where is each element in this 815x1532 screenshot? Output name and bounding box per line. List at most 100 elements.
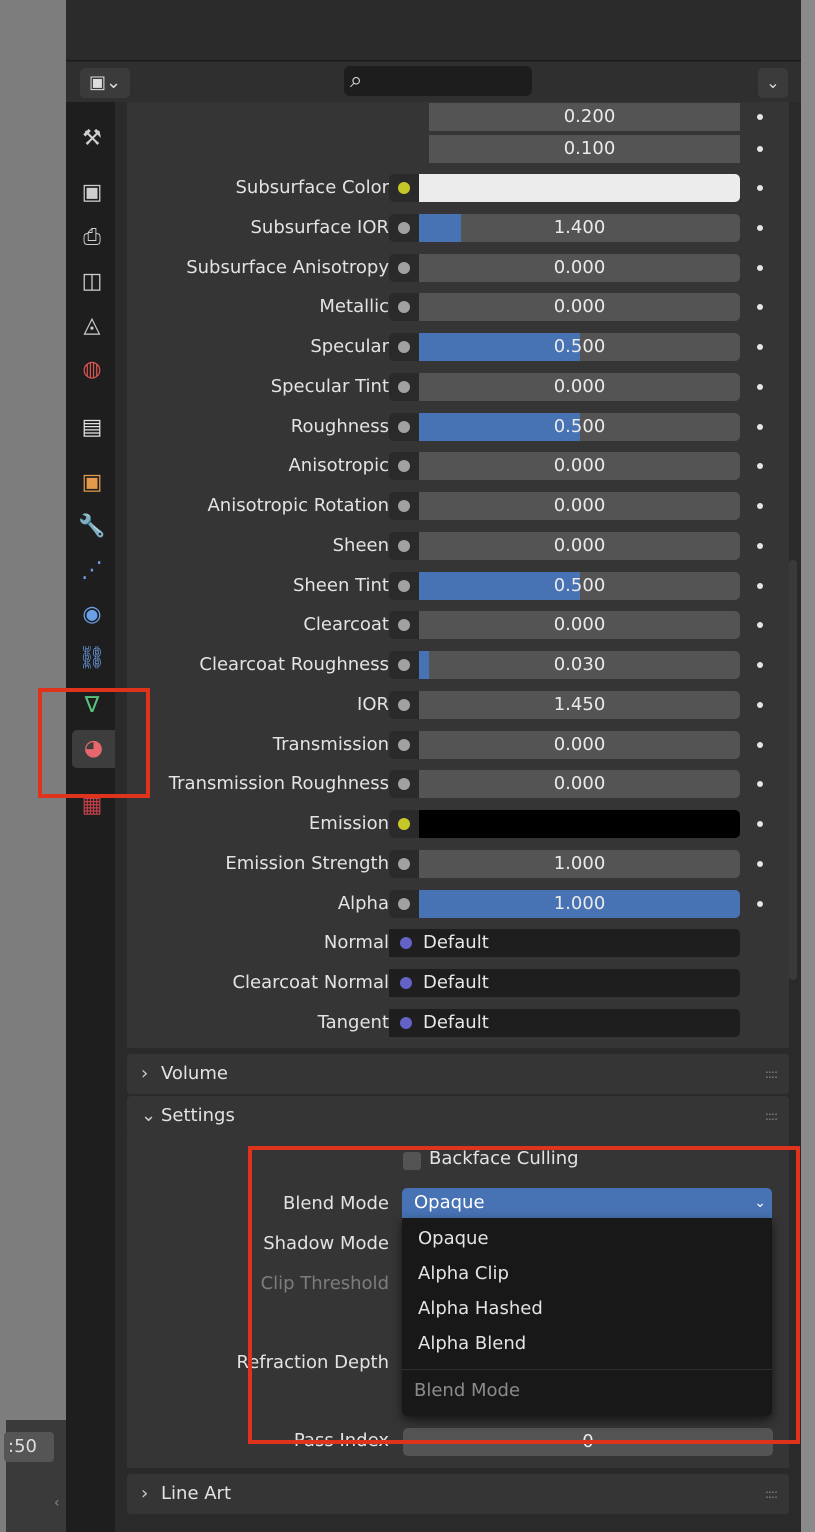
socket-toggle[interactable] bbox=[389, 730, 419, 759]
socket-toggle[interactable] bbox=[389, 333, 419, 361]
particles-icon: ⋰ bbox=[81, 558, 103, 583]
property-row: Clearcoat 0.000 bbox=[127, 607, 789, 643]
keyframe-dot-icon[interactable] bbox=[757, 900, 763, 907]
collapse-arrow-icon: ⌄ bbox=[141, 1105, 157, 1126]
render-tab[interactable]: ▣ bbox=[72, 174, 112, 212]
slider-field[interactable]: 0.000 bbox=[419, 770, 740, 799]
keyframe-dot-icon[interactable] bbox=[757, 146, 763, 152]
frame-field[interactable]: :50 bbox=[4, 1432, 54, 1462]
socket-toggle[interactable] bbox=[389, 849, 419, 878]
socket-toggle[interactable] bbox=[389, 889, 419, 918]
slider-field[interactable]: 0.000 bbox=[419, 730, 740, 759]
socket-toggle[interactable] bbox=[389, 690, 419, 719]
socket-toggle[interactable] bbox=[389, 571, 419, 600]
keyframe-dot-icon[interactable] bbox=[757, 185, 763, 191]
properties-tab-column: ⚒ ▣ ⎙ ◫ ◬ ◍ ▤ ▣ 🔧 ⋰ ◉ ⛓ ∇ ◕ ▦ bbox=[66, 102, 115, 1532]
keyframe-dot-icon[interactable] bbox=[757, 662, 763, 668]
options-chevron-icon[interactable]: ⌄ bbox=[758, 68, 788, 98]
keyframe-dot-icon[interactable] bbox=[757, 821, 763, 827]
socket-toggle[interactable] bbox=[389, 213, 419, 242]
socket-toggle[interactable] bbox=[389, 531, 419, 560]
socket-icon bbox=[398, 579, 410, 592]
socket-toggle[interactable] bbox=[389, 452, 419, 481]
scene-tab[interactable]: ◬ bbox=[72, 307, 112, 345]
line-art-panel-header[interactable]: › Line Art :::: bbox=[127, 1474, 789, 1514]
vector-input-field[interactable]: Default bbox=[389, 969, 740, 997]
drag-grip-icon[interactable]: :::: bbox=[765, 1474, 778, 1514]
constraints-tab[interactable]: ⛓ bbox=[72, 640, 112, 678]
particles-tab[interactable]: ⋰ bbox=[72, 552, 112, 590]
volume-panel-header[interactable]: › Volume :::: bbox=[127, 1054, 789, 1094]
slider-field[interactable]: 1.400 bbox=[419, 213, 740, 242]
settings-panel-header[interactable]: ⌄ Settings :::: bbox=[127, 1096, 789, 1136]
slider-field[interactable]: 0.500 bbox=[419, 571, 740, 600]
keyframe-dot-icon[interactable] bbox=[757, 344, 763, 350]
socket-icon bbox=[398, 221, 410, 234]
vector-component-field[interactable]: 0.200 bbox=[429, 103, 740, 131]
collection-tab[interactable]: ▤ bbox=[72, 409, 112, 447]
editor-type-icon[interactable]: ▣⌄ bbox=[80, 68, 130, 98]
slider-field[interactable]: 0.000 bbox=[419, 372, 740, 401]
socket-toggle[interactable] bbox=[389, 372, 419, 401]
socket-icon bbox=[398, 857, 410, 870]
slider-field[interactable]: 0.500 bbox=[419, 412, 740, 441]
slider-field[interactable]: 0.000 bbox=[419, 492, 740, 520]
socket-toggle[interactable] bbox=[389, 412, 419, 441]
slider-field[interactable]: 0.000 bbox=[419, 452, 740, 481]
socket-toggle[interactable] bbox=[389, 810, 419, 838]
keyframe-dot-icon[interactable] bbox=[757, 114, 763, 120]
slider-field[interactable]: 1.000 bbox=[419, 849, 740, 878]
socket-toggle[interactable] bbox=[389, 293, 419, 322]
socket-toggle[interactable] bbox=[389, 651, 419, 679]
keyframe-dot-icon[interactable] bbox=[757, 503, 763, 509]
slider-field[interactable]: 0.000 bbox=[419, 293, 740, 322]
keyframe-dot-icon[interactable] bbox=[757, 383, 763, 390]
keyframe-dot-icon[interactable] bbox=[757, 224, 763, 231]
keyframe-dot-icon[interactable] bbox=[757, 701, 763, 708]
slider-field[interactable]: 0.500 bbox=[419, 333, 740, 361]
panel-scrollbar[interactable] bbox=[789, 560, 797, 980]
slider-field[interactable]: 0.000 bbox=[419, 531, 740, 560]
vector-input-field[interactable]: Default bbox=[389, 929, 740, 958]
vector-input-field[interactable]: Default bbox=[389, 1008, 740, 1037]
keyframe-dot-icon[interactable] bbox=[757, 741, 763, 748]
tool-tab[interactable]: ⚒ bbox=[72, 120, 112, 158]
keyframe-dot-icon[interactable] bbox=[757, 781, 763, 788]
socket-toggle[interactable] bbox=[389, 492, 419, 520]
view-layer-tab[interactable]: ◫ bbox=[72, 263, 112, 301]
object-tab[interactable]: ▣ bbox=[72, 464, 112, 502]
keyframe-dot-icon[interactable] bbox=[757, 264, 763, 271]
socket-toggle[interactable] bbox=[389, 253, 419, 282]
keyframe-dot-icon[interactable] bbox=[757, 582, 763, 589]
vector-component-field[interactable]: 0.100 bbox=[429, 135, 740, 163]
keyframe-dot-icon[interactable] bbox=[757, 622, 763, 629]
color-swatch[interactable] bbox=[419, 810, 740, 838]
socket-toggle[interactable] bbox=[389, 611, 419, 640]
slider-field[interactable]: 0.000 bbox=[419, 611, 740, 640]
keyframe-dot-icon[interactable] bbox=[757, 860, 763, 867]
socket-toggle[interactable] bbox=[389, 770, 419, 799]
keyframe-dot-icon[interactable] bbox=[757, 463, 763, 470]
field-value: 1.400 bbox=[553, 216, 606, 238]
physics-tab[interactable]: ◉ bbox=[72, 596, 112, 634]
world-tab[interactable]: ◍ bbox=[72, 351, 112, 389]
field-value: 0.100 bbox=[563, 138, 616, 159]
color-swatch[interactable] bbox=[419, 174, 740, 202]
modifiers-tab[interactable]: 🔧 bbox=[72, 508, 112, 546]
keyframe-dot-icon[interactable] bbox=[757, 542, 763, 549]
view-layer-icon: ◫ bbox=[81, 269, 103, 294]
search-input[interactable]: ⌕ bbox=[344, 66, 532, 96]
keyframe-dot-icon[interactable] bbox=[757, 423, 763, 430]
slider-field[interactable]: 0.000 bbox=[419, 253, 740, 282]
window-frame bbox=[801, 0, 815, 1532]
property-label: Metallic bbox=[319, 296, 389, 318]
output-tab[interactable]: ⎙ bbox=[72, 219, 112, 257]
drag-grip-icon[interactable]: :::: bbox=[765, 1096, 778, 1136]
drag-grip-icon[interactable]: :::: bbox=[765, 1054, 778, 1094]
keyframe-dot-icon[interactable] bbox=[757, 304, 763, 311]
slider-field[interactable]: 0.030 bbox=[419, 651, 740, 679]
socket-toggle[interactable] bbox=[389, 174, 419, 202]
slider-field[interactable]: 1.450 bbox=[419, 690, 740, 719]
slider-field[interactable]: 1.000 bbox=[419, 889, 740, 918]
collapse-chevron-icon[interactable]: ‹ bbox=[54, 1495, 60, 1511]
